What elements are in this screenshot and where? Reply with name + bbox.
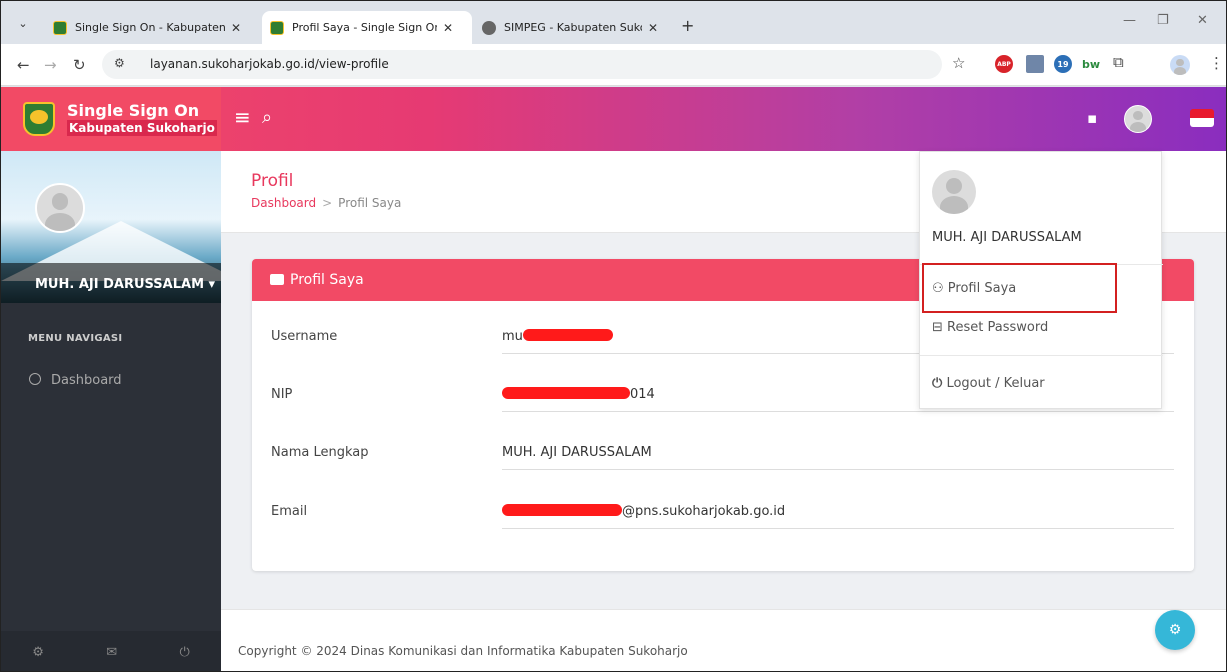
hamburger-menu-icon[interactable]: ≡ <box>234 105 251 129</box>
page-title: Profil <box>251 171 294 191</box>
address-bar-row: ← → ↻ ⚙ layanan.sukoharjokab.go.id/view-… <box>1 44 1226 86</box>
sidebar-profile-banner: MUH. AJI DARUSSALAM ▾ <box>1 151 221 303</box>
dropdown-user-name: MUH. AJI DARUSSALAM <box>932 230 1082 245</box>
value-text: 014 <box>630 387 655 402</box>
bookmark-star-icon[interactable]: ☆ <box>952 54 965 72</box>
restore-icon[interactable]: ❐ <box>1157 13 1169 28</box>
highlight-box <box>922 263 1117 313</box>
breadcrumb-separator: > <box>322 196 333 210</box>
extension-icon[interactable] <box>1026 55 1044 73</box>
caret-down-icon: ▾ <box>208 277 216 292</box>
adblock-icon[interactable]: ABP <box>995 55 1013 73</box>
close-icon[interactable]: ✕ <box>443 21 453 35</box>
language-flag-icon[interactable] <box>1190 109 1214 127</box>
menu-item-label: Reset Password <box>947 320 1049 335</box>
reload-icon[interactable]: ↻ <box>73 56 86 74</box>
sidebar-user-name: MUH. AJI DARUSSALAM <box>35 277 204 292</box>
sidebar-user-menu[interactable]: MUH. AJI DARUSSALAM ▾ <box>1 263 221 303</box>
dashboard-icon <box>29 373 41 385</box>
sidebar: MUH. AJI DARUSSALAM ▾ MENU NAVIGASI Dash… <box>1 151 221 671</box>
id-card-icon <box>270 274 284 285</box>
sidebar-footer: ⚙ ✉ ⏻ <box>1 631 221 671</box>
tab-title: Profil Saya - Single Sign On - Kabupaten… <box>292 21 437 34</box>
url-text: layanan.sukoharjokab.go.id/view-profile <box>150 57 389 71</box>
menu-item-reset-password[interactable]: ⊟ Reset Password <box>932 320 1048 335</box>
globe-icon <box>482 20 496 35</box>
menu-header: MENU NAVIGASI <box>28 333 123 344</box>
sso-favicon <box>270 20 284 35</box>
redaction-mark <box>502 387 630 399</box>
field-value-email: @pns.sukoharjokab.go.id <box>502 504 1174 529</box>
reset-icon: ⊟ <box>932 320 943 335</box>
settings-icon[interactable]: ⚙ <box>32 645 44 660</box>
power-icon: ⏻ <box>932 376 943 391</box>
browser-menu-icon[interactable]: ⋮ <box>1209 54 1224 72</box>
close-window-icon[interactable]: ✕ <box>1197 13 1208 28</box>
redaction-mark <box>502 504 622 516</box>
power-icon[interactable]: ⏻ <box>180 645 190 660</box>
close-icon[interactable]: ✕ <box>648 21 658 35</box>
tab-simpeg[interactable]: SIMPEG - Kabupaten Sukoharjo ✕ <box>474 11 674 44</box>
field-value-nama: MUH. AJI DARUSSALAM <box>502 445 1174 470</box>
breadcrumb-home[interactable]: Dashboard <box>251 196 316 210</box>
brand-title: Single Sign On <box>67 101 200 120</box>
url-bar[interactable]: ⚙ layanan.sukoharjokab.go.id/view-profil… <box>102 50 942 79</box>
close-icon[interactable]: ✕ <box>231 21 241 35</box>
field-label: Username <box>271 329 338 344</box>
tab-sso[interactable]: Single Sign On - Kabupaten Sukoharjo ✕ <box>45 11 260 44</box>
mail-icon[interactable]: ✉ <box>106 645 117 660</box>
tab-search-icon[interactable]: ⌄ <box>14 14 32 32</box>
user-avatar-button[interactable] <box>1124 105 1152 133</box>
copyright-text: Copyright © 2024 Dinas Komunikasi dan In… <box>238 644 688 658</box>
new-tab-button[interactable]: + <box>681 16 694 35</box>
divider <box>920 355 1163 356</box>
field-label: Nama Lengkap <box>271 445 369 460</box>
tab-strip: ⌄ Single Sign On - Kabupaten Sukoharjo ✕… <box>1 1 1226 44</box>
settings-fab-button[interactable]: ⚙ <box>1155 610 1195 650</box>
forward-icon[interactable]: → <box>44 56 57 74</box>
top-navbar: Single Sign On Kabupaten Sukoharjo ≡ ⌕ ▪ <box>1 87 1226 151</box>
bw-extension-icon[interactable]: bw <box>1082 55 1100 73</box>
minimize-icon[interactable]: — <box>1123 13 1136 28</box>
tab-profil-saya[interactable]: Profil Saya - Single Sign On - Kabupaten… <box>262 11 472 44</box>
sso-favicon <box>53 20 67 35</box>
tab-title: SIMPEG - Kabupaten Sukoharjo <box>504 21 642 34</box>
value-text: MUH. AJI DARUSSALAM <box>502 445 652 460</box>
sidebar-item-dashboard[interactable]: Dashboard <box>29 373 122 388</box>
search-icon[interactable]: ⌕ <box>262 107 272 128</box>
profile-card-title: Profil Saya <box>290 272 364 288</box>
browser-window: ⌄ Single Sign On - Kabupaten Sukoharjo ✕… <box>0 0 1227 672</box>
page-footer: Copyright © 2024 Dinas Komunikasi dan In… <box>221 609 1226 671</box>
breadcrumb: Dashboard > Profil Saya <box>251 196 401 210</box>
menu-item-logout[interactable]: ⏻ Logout / Keluar <box>932 376 1045 391</box>
menu-item-label: Logout / Keluar <box>946 376 1045 391</box>
field-label: NIP <box>271 387 293 402</box>
brand-subtitle: Kabupaten Sukoharjo <box>67 120 217 136</box>
back-icon[interactable]: ← <box>17 56 30 74</box>
kabupaten-logo-icon <box>23 102 55 136</box>
value-text: @pns.sukoharjokab.go.id <box>622 504 786 519</box>
browser-profile-avatar[interactable] <box>1170 55 1190 75</box>
redaction-mark <box>522 329 613 341</box>
site-info-icon[interactable]: ⚙ <box>114 56 125 70</box>
extension-counter-icon[interactable]: 19 <box>1054 55 1072 73</box>
breadcrumb-current: Profil Saya <box>338 196 402 210</box>
extensions-puzzle-icon[interactable]: ⧉ <box>1113 53 1124 71</box>
value-text: mu <box>502 329 523 344</box>
sidebar-avatar <box>35 183 85 233</box>
tab-title: Single Sign On - Kabupaten Sukoharjo <box>75 21 225 34</box>
dropdown-avatar <box>932 170 976 214</box>
brand[interactable]: Single Sign On Kabupaten Sukoharjo <box>1 87 221 151</box>
sidebar-item-label: Dashboard <box>51 373 122 388</box>
chat-icon[interactable]: ▪ <box>1087 109 1097 127</box>
field-label: Email <box>271 504 308 519</box>
